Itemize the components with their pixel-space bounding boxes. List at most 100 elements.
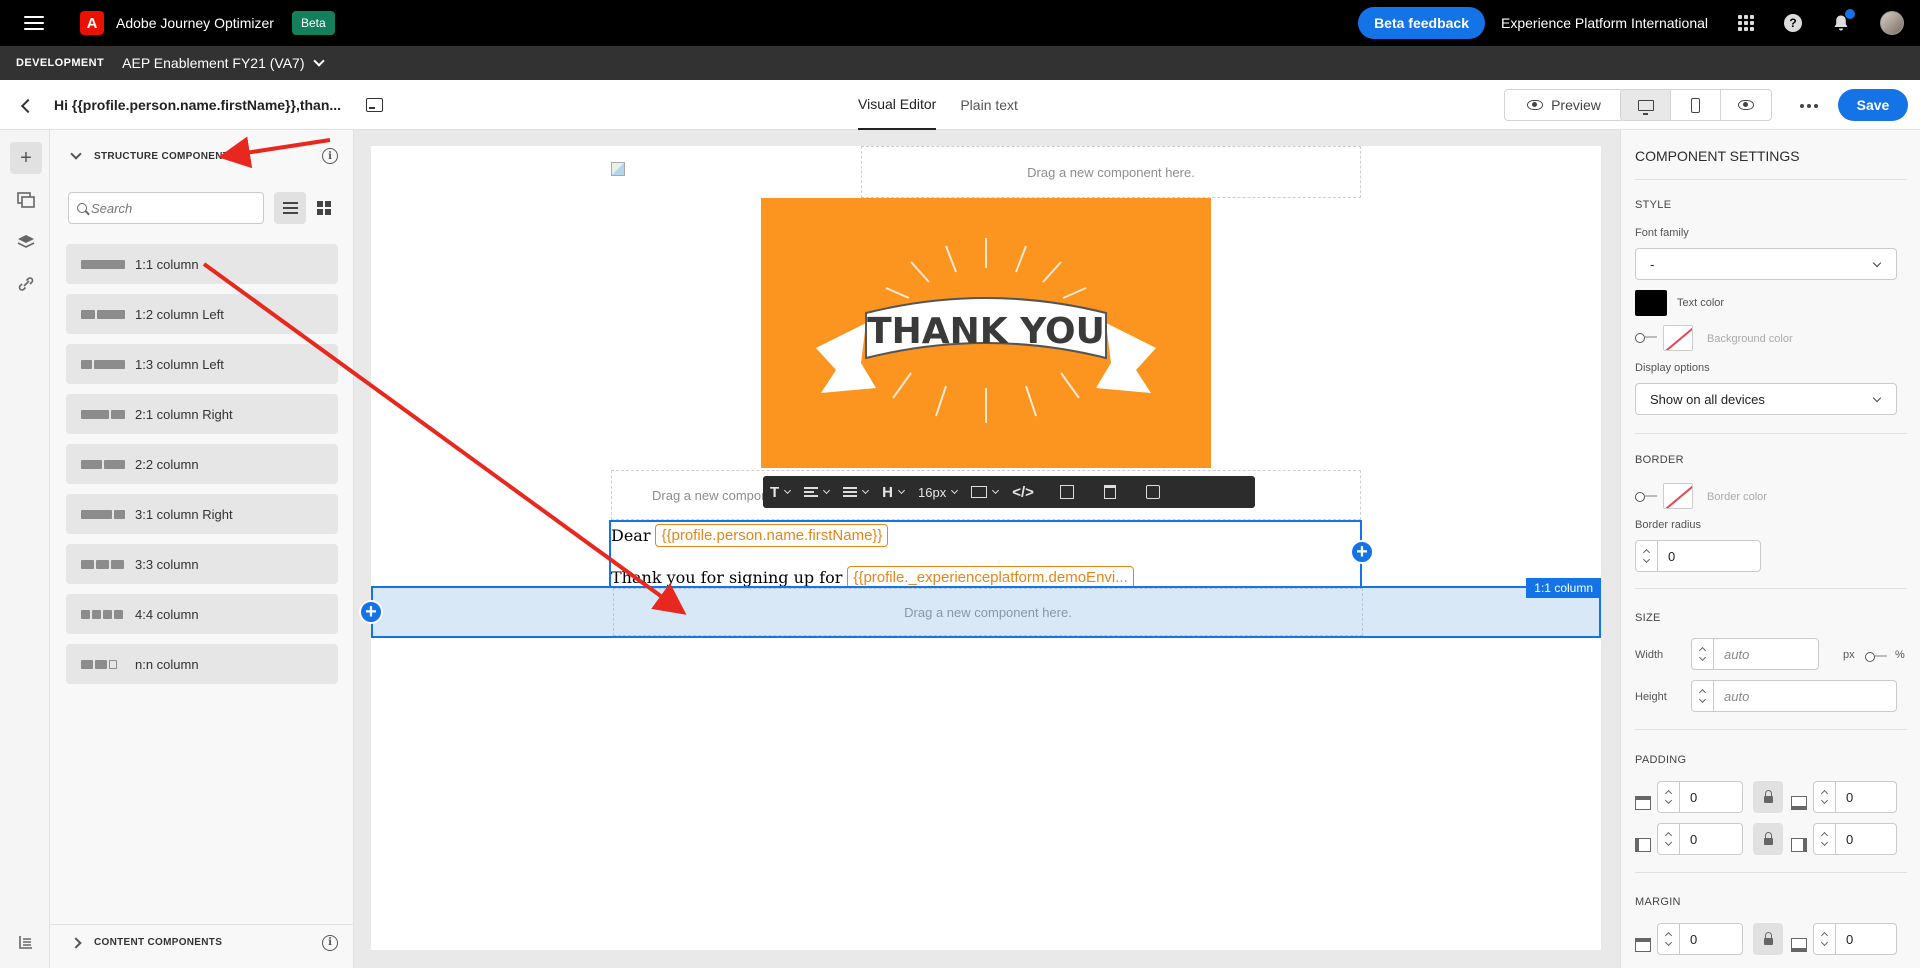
list-view-button[interactable]	[274, 192, 306, 224]
add-components-icon[interactable]: +	[10, 142, 42, 174]
save-button[interactable]: Save	[1838, 89, 1908, 121]
chevron-down-icon[interactable]	[70, 148, 82, 160]
component-search[interactable]	[68, 192, 264, 224]
tab-visual-editor[interactable]: Visual Editor	[858, 80, 937, 130]
background-color-swatch[interactable]	[1663, 325, 1693, 351]
component-3-3-column[interactable]: 3:3 column	[66, 544, 338, 584]
adobe-logo[interactable]: A	[80, 11, 104, 35]
sandbox-name[interactable]: AEP Enablement FY21 (VA7)	[122, 55, 304, 71]
stepper-arrows[interactable]	[1814, 924, 1836, 954]
margin-top-stepper[interactable]: 0	[1657, 923, 1743, 955]
component-n-n-column[interactable]: n:n column	[66, 644, 338, 684]
beta-feedback-button[interactable]: Beta feedback	[1358, 7, 1485, 39]
component-1-3-column-left[interactable]: 1:3 column Left	[66, 344, 338, 384]
text-component[interactable]: Dear {{profile.person.name.firstName}} T…	[609, 520, 1362, 589]
more-options-icon[interactable]	[1800, 104, 1818, 108]
stepper-arrows[interactable]	[1814, 824, 1836, 854]
content-components-header[interactable]: CONTENT COMPONENTS i	[50, 924, 354, 960]
grid-view-button[interactable]	[308, 192, 340, 224]
padding-left-value[interactable]: 0	[1680, 824, 1742, 854]
component-1-1-column[interactable]: 1:1 column	[66, 244, 338, 284]
border-color-swatch[interactable]	[1663, 483, 1693, 509]
info-icon[interactable]: i	[322, 934, 338, 951]
broken-image-icon[interactable]	[611, 162, 625, 176]
menu-icon[interactable]	[24, 16, 44, 30]
notifications-bell-icon[interactable]	[1832, 9, 1855, 32]
width-value[interactable]: auto	[1714, 639, 1818, 669]
stepper-arrows[interactable]	[1658, 924, 1680, 954]
stepper-arrows[interactable]	[1658, 824, 1680, 854]
component-2-1-column-right[interactable]: 2:1 column Right	[66, 394, 338, 434]
add-component-left-icon[interactable]: +	[359, 600, 383, 624]
padding-top-value[interactable]: 0	[1680, 782, 1742, 812]
border-radius-value[interactable]: 0	[1658, 541, 1760, 571]
heading-button[interactable]: H	[875, 476, 911, 508]
stepper-arrows[interactable]	[1692, 681, 1714, 711]
code-button[interactable]: </>	[1005, 476, 1041, 508]
padding-top-stepper[interactable]: 0	[1657, 781, 1743, 813]
font-style-button[interactable]: T	[763, 476, 797, 508]
margin-bottom-value[interactable]: 0	[1836, 924, 1896, 954]
selected-structure-row[interactable]: Drag a new component here. 1:1 column	[371, 578, 1601, 638]
preview-eye-button[interactable]	[1721, 90, 1771, 120]
preview-button[interactable]: Preview	[1504, 89, 1624, 121]
height-value[interactable]: auto	[1714, 681, 1896, 711]
chevron-down-icon[interactable]	[312, 55, 325, 67]
font-size-button[interactable]: 16px	[911, 476, 964, 508]
desktop-view-button[interactable]	[1621, 90, 1671, 120]
component-3-1-column-right[interactable]: 3:1 column Right	[66, 494, 338, 534]
structure-components-header[interactable]: STRUCTURE COMPONENTS i	[50, 138, 354, 174]
assets-icon[interactable]	[10, 184, 42, 216]
component-1-2-column-left[interactable]: 1:2 column Left	[66, 294, 338, 334]
margin-top-value[interactable]: 0	[1680, 924, 1742, 954]
height-stepper[interactable]: auto	[1691, 680, 1897, 712]
width-stepper[interactable]: auto	[1691, 638, 1819, 670]
link-icon[interactable]	[10, 268, 42, 300]
dropzone-top[interactable]: Drag a new component here.	[861, 146, 1361, 198]
padding-left-stepper[interactable]: 0	[1657, 823, 1743, 855]
align-button[interactable]	[797, 476, 836, 508]
help-icon[interactable]: ?	[1784, 14, 1802, 32]
list-button[interactable]	[836, 476, 875, 508]
component-2-2-column[interactable]: 2:2 column	[66, 444, 338, 484]
mobile-view-button[interactable]	[1671, 90, 1721, 120]
thank-you-hero-image[interactable]: THANK YOU	[761, 198, 1211, 468]
settings-stack-icon[interactable]	[10, 926, 42, 958]
chevron-right-icon[interactable]	[70, 936, 82, 949]
add-component-right-icon[interactable]: +	[1350, 540, 1374, 564]
info-icon[interactable]: i	[322, 148, 338, 164]
padding-bottom-stepper[interactable]: 0	[1813, 781, 1897, 813]
font-family-select[interactable]: -	[1635, 248, 1897, 280]
padding-right-value[interactable]: 0	[1836, 824, 1896, 854]
app-switcher-icon[interactable]	[1738, 15, 1754, 31]
padding-lock-button[interactable]	[1753, 781, 1783, 813]
margin-bottom-stepper[interactable]: 0	[1813, 923, 1897, 955]
edit-properties-icon[interactable]	[366, 97, 383, 112]
personalization-token-firstname[interactable]: {{profile.person.name.firstName}}	[655, 524, 889, 547]
background-color-toggle[interactable]	[1635, 332, 1657, 343]
stepper-arrows[interactable]	[1636, 541, 1658, 571]
image-button[interactable]	[964, 476, 1005, 508]
stepper-arrows[interactable]	[1814, 782, 1836, 812]
user-avatar[interactable]	[1880, 11, 1904, 35]
back-arrow-icon[interactable]	[20, 98, 34, 112]
border-color-toggle[interactable]	[1635, 491, 1657, 502]
delete-button[interactable]	[1097, 476, 1123, 508]
search-input[interactable]	[91, 200, 251, 216]
org-switcher[interactable]: Experience Platform International	[1501, 15, 1708, 31]
personalize-button[interactable]	[1139, 476, 1167, 508]
padding-right-stepper[interactable]: 0	[1813, 823, 1897, 855]
text-color-swatch[interactable]	[1635, 290, 1667, 316]
component-4-4-column[interactable]: 4:4 column	[66, 594, 338, 634]
margin-lock-button[interactable]	[1753, 923, 1783, 955]
border-radius-stepper[interactable]: 0	[1635, 540, 1761, 572]
display-options-select[interactable]: Show on all devices	[1635, 383, 1897, 415]
stepper-arrows[interactable]	[1692, 639, 1714, 669]
layers-icon[interactable]	[10, 226, 42, 258]
dropzone-selected-row[interactable]: Drag a new component here.	[613, 588, 1363, 636]
stepper-arrows[interactable]	[1658, 782, 1680, 812]
unit-toggle[interactable]	[1865, 651, 1887, 662]
padding-lock-button[interactable]	[1753, 823, 1783, 855]
padding-bottom-value[interactable]: 0	[1836, 782, 1896, 812]
duplicate-button[interactable]	[1053, 476, 1081, 508]
